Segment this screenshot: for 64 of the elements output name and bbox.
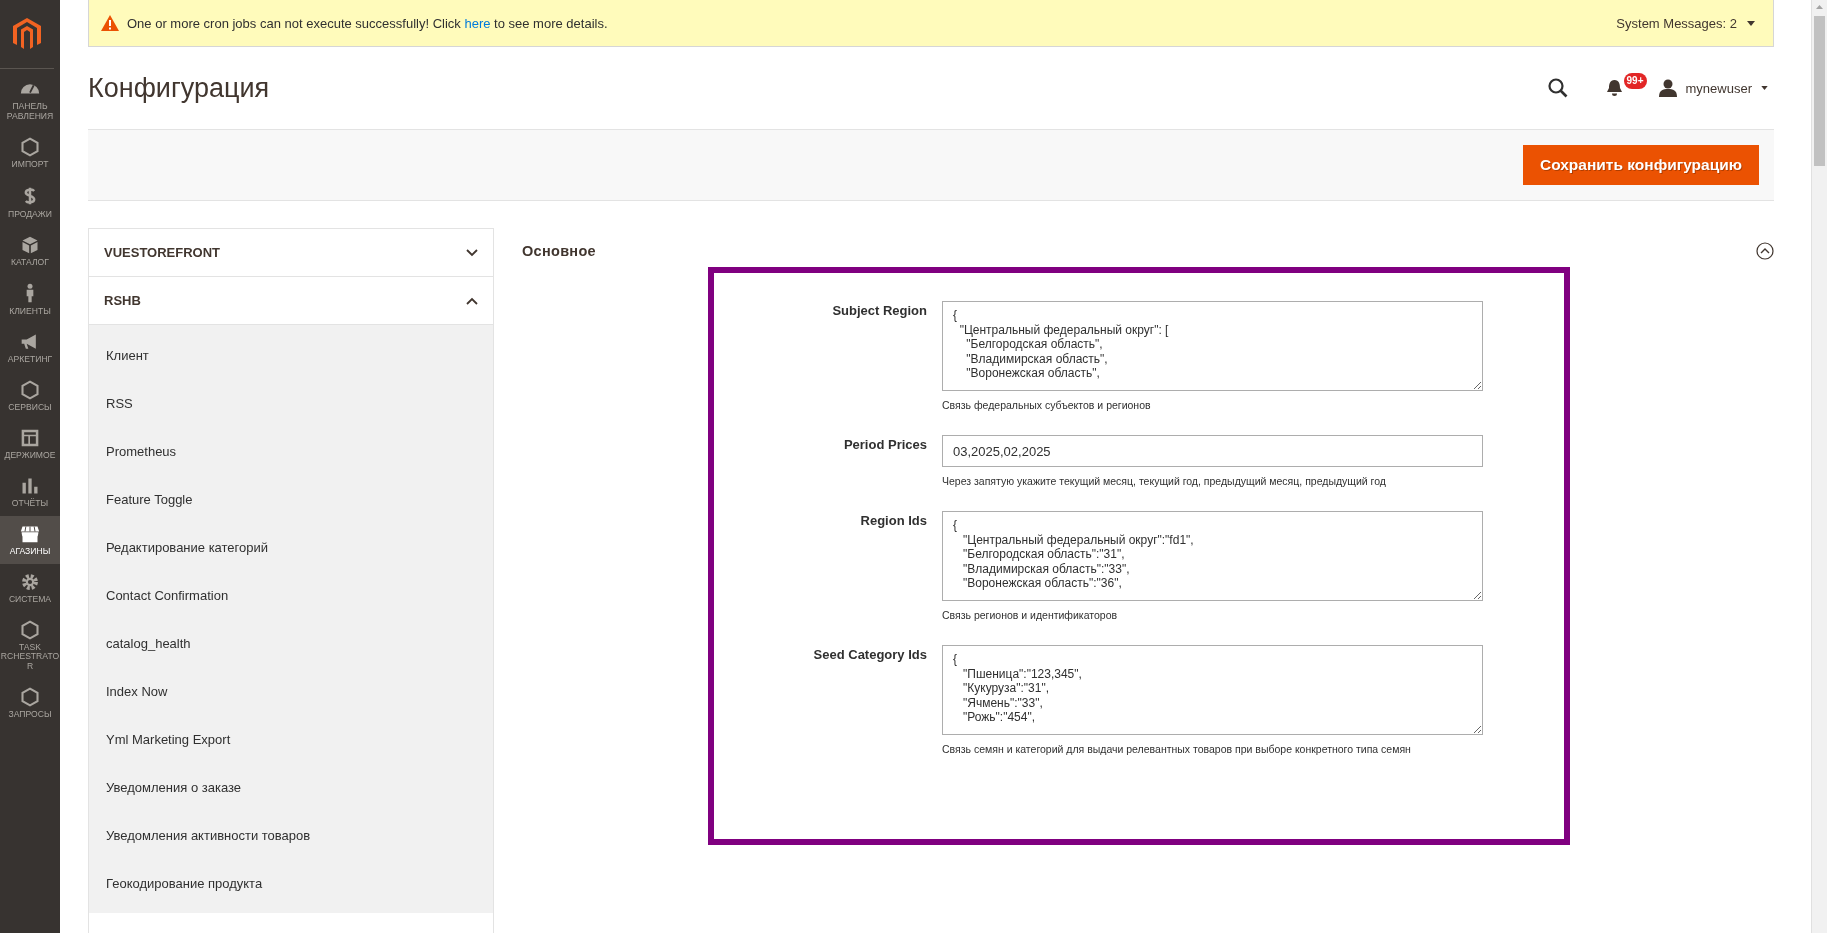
sidebar-menu-item[interactable]: КЛИЕНТЫ [0, 274, 60, 325]
notifications-bell-button[interactable] [1605, 79, 1623, 97]
cron-warning-message: One or more cron jobs can not execute successfully! Click here to see more details. [127, 15, 609, 31]
sidebar-menu-item[interactable]: АГАЗИНЫ [0, 515, 60, 564]
config-nav-link[interactable]: Клиент [89, 331, 149, 379]
field-label: Period Prices [842, 436, 927, 454]
notification-count-badge: 99+ [1623, 73, 1647, 89]
field-label: Seed Category Ids [812, 646, 927, 664]
sidebar-menu-item[interactable]: ОТЧЁТЫ [0, 467, 60, 516]
sidebar-menu-item[interactable]: ДЕРЖИМОЕ [0, 420, 60, 468]
config-nav-link[interactable]: Уведомления о заказе [89, 763, 242, 811]
config-nav-link[interactable]: catalog_health [89, 619, 191, 667]
config-nav-link[interactable]: Геокодирование продукта [89, 859, 263, 907]
search-button[interactable] [1547, 78, 1568, 98]
sidebar-menu-item[interactable]: СЕРВИСЫ [0, 372, 60, 420]
config-nav-link[interactable]: RSS [89, 379, 133, 427]
field-hint: Через запятую укажите текущий месяц, текущий год, предыдущий месяц, предыдущий год [942, 475, 1387, 487]
config-nav-link[interactable]: Contact Confirmation [89, 571, 229, 619]
sidebar-menu-item[interactable]: АРКЕТИНГ [0, 324, 60, 373]
field-hint: Связь федеральных субъектов и регионов [942, 399, 1152, 411]
sidebar-menu-item[interactable]: ПРОДАЖИ [0, 176, 60, 227]
storefront-icon [18, 523, 42, 544]
json-textarea[interactable]: { "Центральный федеральный округ": [ "Белгородская область", "Владимирская область", "Воронежская область", [942, 301, 1483, 391]
box-icon [20, 234, 40, 255]
field-label: Region Ids [859, 512, 927, 530]
hexagon-icon [20, 380, 40, 401]
sidebar-menu-item[interactable]: ПАНЕЛЬ РАВЛЕНИЯ [0, 69, 60, 129]
sidebar-menu-item[interactable]: СИСТЕМА [0, 563, 60, 612]
caret-icon [1747, 20, 1755, 26]
logo-icon[interactable] [13, 17, 41, 51]
sidebar-menu-item[interactable]: КАТАЛОГ [0, 226, 60, 275]
hexagon-icon [20, 619, 40, 640]
sidebar-menu-item[interactable]: ИМПОРТ [0, 128, 60, 177]
config-nav-link[interactable]: Редактирование категорий [89, 523, 269, 571]
sidebar-menu-item[interactable]: TASK RCHESTRATO R [0, 611, 60, 680]
details-link[interactable]: here [464, 15, 491, 31]
json-textarea[interactable]: { "Центральный федеральный округ":"fd1", "Белгородская область":"31", "Владимирская область":"33", "Воронежская область":"36", [942, 511, 1483, 601]
scrollbar-thumb[interactable] [1814, 16, 1825, 166]
config-nav-link[interactable]: Уведомления активности товаров [89, 811, 311, 859]
sidebar-menu-item[interactable]: ЗАПРОСЫ [0, 679, 60, 727]
hexagon-icon [20, 687, 40, 708]
chevron-up-icon [466, 296, 478, 305]
config-nav-link[interactable]: Feature Toggle [89, 475, 193, 523]
section-title: Основное [522, 243, 596, 259]
settings-icon [20, 571, 40, 592]
config-nav-link[interactable]: Prometheus [89, 427, 177, 475]
save-config-button[interactable]: Сохранить конфигурацию [1522, 145, 1759, 185]
user-icon [1658, 79, 1677, 97]
system-messages-dropdown[interactable]: System Messages: 2 [1610, 14, 1761, 32]
config-nav-link[interactable]: Yml Marketing Export [89, 715, 231, 763]
user-menu[interactable]: mynewuser [1652, 78, 1774, 98]
warning-icon [101, 15, 119, 31]
caret-icon [1761, 86, 1768, 90]
hexagon-icon [20, 136, 40, 157]
input-field[interactable]: 03,2025,02,2025 [942, 435, 1483, 467]
chevron-down-icon [466, 248, 478, 257]
config-nav-link[interactable]: Index Now [89, 667, 168, 715]
json-textarea[interactable]: { "Пшеница":"123,345", "Кукуруза":"31", "Ячмень":"33", "Рожь":"454", [942, 645, 1483, 735]
field-hint: Связь регионов и идентификаторов [942, 609, 1119, 621]
section-toggle-button[interactable] [1756, 242, 1774, 260]
page-title: Конфигурация [88, 72, 271, 104]
field-hint: Связь семян и категорий для выдачи релевантных товаров при выборе конкретного типа семян [942, 743, 1412, 755]
layout-icon [20, 428, 40, 448]
field-label: Subject Region [831, 302, 927, 320]
